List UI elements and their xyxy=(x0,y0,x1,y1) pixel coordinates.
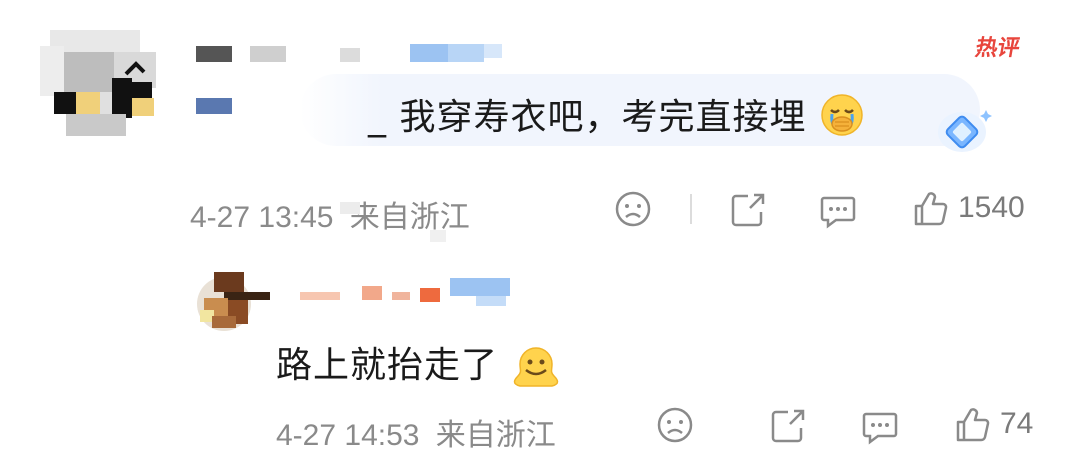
like-button[interactable]: 1540 xyxy=(910,188,1025,228)
avatar[interactable] xyxy=(38,26,166,138)
like-count: 1540 xyxy=(958,191,1025,224)
share-button[interactable] xyxy=(768,406,808,446)
reply-button[interactable] xyxy=(818,190,858,230)
thumbs-up-icon xyxy=(956,408,990,442)
username-redacted[interactable] xyxy=(300,278,540,306)
frown-face-icon xyxy=(615,191,651,227)
username-redacted[interactable] xyxy=(196,44,506,64)
redaction-smudge xyxy=(420,222,460,244)
frown-face-icon xyxy=(657,407,693,443)
dislike-button[interactable] xyxy=(656,406,694,444)
share-button[interactable] xyxy=(728,190,768,230)
divider xyxy=(690,194,692,224)
reply-text: 路上就抬走了 xyxy=(276,336,562,397)
timestamp: 4-27 14:53 xyxy=(276,419,420,452)
dislike-button[interactable] xyxy=(614,190,652,228)
like-count: 74 xyxy=(1000,407,1034,440)
comment-bubble-icon xyxy=(862,412,898,445)
crying-face-covering-mouth-emoji xyxy=(819,92,865,147)
share-icon xyxy=(731,193,765,227)
reply-button[interactable] xyxy=(860,406,900,446)
avatar[interactable] xyxy=(194,270,272,332)
redaction-smudge xyxy=(330,192,370,218)
diamond-vip-icon xyxy=(934,104,994,154)
thumbs-up-icon xyxy=(914,192,948,226)
location: 来自浙江 xyxy=(435,419,556,452)
share-icon xyxy=(771,409,805,443)
hot-comment-badge: 热评 xyxy=(973,36,1022,61)
comment-bubble-icon xyxy=(820,196,856,229)
like-button[interactable]: 74 xyxy=(952,404,1033,444)
comment-text: _ 我穿寿衣吧，考完直接埋 xyxy=(368,88,865,147)
melting-face-emoji xyxy=(510,338,562,397)
user-level-tag-redacted xyxy=(196,98,236,114)
reply-meta: 4-27 14:53 来自浙江 xyxy=(276,410,556,454)
timestamp: 4-27 13:45 xyxy=(190,201,334,234)
